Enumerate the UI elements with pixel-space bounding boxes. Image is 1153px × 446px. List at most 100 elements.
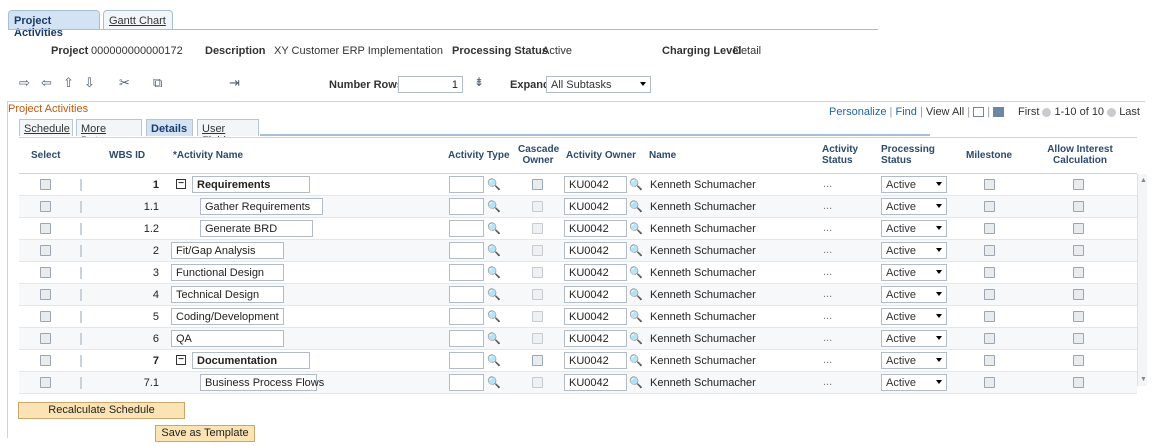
allow-interest-checkbox[interactable]: [1073, 355, 1084, 366]
allow-interest-checkbox[interactable]: [1073, 289, 1084, 300]
view-all-link[interactable]: View All: [926, 106, 964, 118]
cascade-owner-checkbox[interactable]: [532, 223, 543, 234]
activity-type-input[interactable]: [449, 220, 484, 237]
activity-status[interactable]: ...: [823, 178, 832, 190]
find-link[interactable]: Find: [895, 106, 916, 118]
paste-insert-icon[interactable]: ⇥: [229, 75, 240, 91]
cascade-owner-checkbox[interactable]: [532, 377, 543, 388]
subtab-schedule[interactable]: Schedule: [19, 119, 73, 136]
activity-type-input[interactable]: [449, 176, 484, 193]
activity-owner-input[interactable]: KU0042: [564, 374, 627, 391]
select-checkbox[interactable]: [40, 333, 51, 344]
activity-status[interactable]: ...: [823, 244, 832, 256]
activity-status[interactable]: ...: [823, 376, 832, 388]
activity-name-input[interactable]: Requirements: [192, 176, 310, 193]
collapse-icon[interactable]: −: [176, 355, 186, 365]
lookup-icon[interactable]: 🔍: [487, 376, 501, 389]
processing-status-select[interactable]: Active: [881, 286, 947, 303]
select-checkbox[interactable]: [40, 223, 51, 234]
activity-owner-input[interactable]: KU0042: [564, 242, 627, 259]
download-grid-icon[interactable]: [993, 107, 1005, 118]
activity-type-input[interactable]: [449, 374, 484, 391]
lookup-icon[interactable]: 🔍: [629, 288, 643, 301]
activity-name-input[interactable]: Generate BRD: [200, 220, 313, 237]
activity-type-input[interactable]: [449, 352, 484, 369]
move-down-icon[interactable]: ⇩: [84, 75, 95, 91]
milestone-checkbox[interactable]: [984, 179, 995, 190]
lookup-icon[interactable]: 🔍: [629, 354, 643, 367]
processing-status-select[interactable]: Active: [881, 330, 947, 347]
activity-name-input[interactable]: Technical Design: [171, 286, 284, 303]
cut-icon[interactable]: ✂: [119, 75, 130, 91]
milestone-checkbox[interactable]: [984, 377, 995, 388]
row-handle[interactable]: [80, 377, 82, 389]
row-handle[interactable]: [80, 267, 82, 279]
cascade-owner-checkbox[interactable]: [532, 201, 543, 212]
activity-name-input[interactable]: Fit/Gap Analysis: [171, 242, 284, 259]
cascade-owner-checkbox[interactable]: [532, 245, 543, 256]
activity-status[interactable]: ...: [823, 288, 832, 300]
processing-status-select[interactable]: Active: [881, 220, 947, 237]
cascade-owner-checkbox[interactable]: [532, 311, 543, 322]
subtab-more-dates[interactable]: More Dates: [76, 119, 142, 147]
milestone-checkbox[interactable]: [984, 333, 995, 344]
indent-right-icon[interactable]: ⇨: [19, 75, 30, 91]
activity-type-input[interactable]: [449, 286, 484, 303]
processing-status-select[interactable]: Active: [881, 308, 947, 325]
select-checkbox[interactable]: [40, 311, 51, 322]
activity-status[interactable]: ...: [823, 266, 832, 278]
lookup-icon[interactable]: 🔍: [629, 222, 643, 235]
activity-owner-input[interactable]: KU0042: [564, 176, 627, 193]
lookup-icon[interactable]: 🔍: [487, 332, 501, 345]
row-handle[interactable]: [80, 179, 82, 191]
cascade-owner-checkbox[interactable]: [532, 267, 543, 278]
expand-select[interactable]: All Subtasks: [546, 76, 651, 93]
select-checkbox[interactable]: [40, 245, 51, 256]
scroll-up-icon[interactable]: ▲: [1140, 177, 1147, 184]
subtab-user-fields[interactable]: User Fields: [197, 119, 259, 147]
activity-name-input[interactable]: QA: [171, 330, 284, 347]
lookup-icon[interactable]: 🔍: [487, 222, 501, 235]
select-checkbox[interactable]: [40, 377, 51, 388]
milestone-checkbox[interactable]: [984, 223, 995, 234]
previous-icon[interactable]: [1042, 107, 1052, 117]
row-handle[interactable]: [80, 201, 82, 213]
activity-type-input[interactable]: [449, 330, 484, 347]
lookup-icon[interactable]: 🔍: [487, 200, 501, 213]
activity-owner-input[interactable]: KU0042: [564, 286, 627, 303]
allow-interest-checkbox[interactable]: [1073, 377, 1084, 388]
save-as-template-button[interactable]: Save as Template: [155, 425, 255, 442]
lookup-icon[interactable]: 🔍: [629, 310, 643, 323]
cascade-owner-checkbox[interactable]: [532, 289, 543, 300]
milestone-checkbox[interactable]: [984, 289, 995, 300]
activity-status[interactable]: ...: [823, 222, 832, 234]
first-link[interactable]: First: [1018, 106, 1039, 118]
lookup-icon[interactable]: 🔍: [629, 244, 643, 257]
scroll-down-icon[interactable]: ▼: [1140, 376, 1147, 383]
collapse-icon[interactable]: −: [176, 179, 186, 189]
milestone-checkbox[interactable]: [984, 355, 995, 366]
milestone-checkbox[interactable]: [984, 201, 995, 212]
activity-status[interactable]: ...: [823, 354, 832, 366]
activity-type-input[interactable]: [449, 198, 484, 215]
zoom-icon[interactable]: [973, 107, 985, 118]
activity-status[interactable]: ...: [823, 310, 832, 322]
cascade-owner-checkbox[interactable]: [532, 179, 543, 190]
cascade-owner-checkbox[interactable]: [532, 355, 543, 366]
processing-status-select[interactable]: Active: [881, 352, 947, 369]
number-rows-input[interactable]: 1: [398, 76, 463, 93]
grid-scrollbar[interactable]: ▲ ▼: [1137, 174, 1147, 386]
lookup-icon[interactable]: 🔍: [487, 310, 501, 323]
lookup-icon[interactable]: 🔍: [487, 266, 501, 279]
activity-status[interactable]: ...: [823, 332, 832, 344]
lookup-icon[interactable]: 🔍: [629, 200, 643, 213]
row-handle[interactable]: [80, 355, 82, 367]
move-up-icon[interactable]: ⇧: [63, 75, 74, 91]
activity-owner-input[interactable]: KU0042: [564, 198, 627, 215]
select-checkbox[interactable]: [40, 289, 51, 300]
select-checkbox[interactable]: [40, 179, 51, 190]
activity-name-input[interactable]: Documentation: [192, 352, 310, 369]
activity-owner-input[interactable]: KU0042: [564, 220, 627, 237]
milestone-checkbox[interactable]: [984, 245, 995, 256]
cascade-owner-checkbox[interactable]: [532, 333, 543, 344]
